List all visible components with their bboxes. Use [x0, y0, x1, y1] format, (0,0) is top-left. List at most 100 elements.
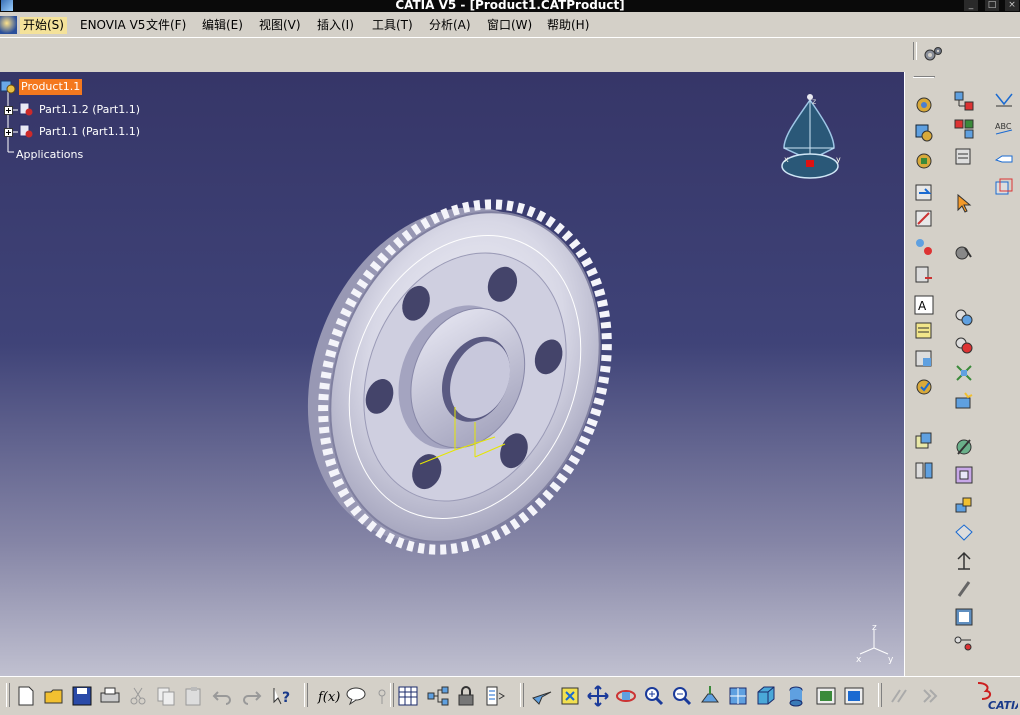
- comment-icon[interactable]: [993, 146, 1015, 168]
- constraint-icon[interactable]: [953, 334, 975, 356]
- menu-edit[interactable]: 编辑(E): [199, 17, 246, 34]
- print-icon[interactable]: [98, 684, 122, 708]
- properties-icon[interactable]: [484, 684, 508, 708]
- fit-all-icon[interactable]: [953, 550, 975, 572]
- comment-icon[interactable]: [344, 684, 368, 708]
- menu-insert[interactable]: 插入(I): [314, 17, 357, 34]
- compass-z-label: z: [812, 97, 816, 106]
- hide-icon[interactable]: [953, 494, 975, 516]
- workbench-gear-icon[interactable]: [923, 46, 943, 62]
- close-button[interactable]: ×: [1005, 0, 1019, 11]
- existing-component-icon[interactable]: [913, 182, 935, 204]
- publication-icon[interactable]: [913, 348, 935, 370]
- menu-start[interactable]: 开始(S): [20, 17, 67, 34]
- menu-view[interactable]: 视图(V): [256, 17, 304, 34]
- menu-help[interactable]: 帮助(H): [544, 17, 592, 34]
- new-icon[interactable]: [14, 684, 38, 708]
- lock-icon[interactable]: [454, 684, 478, 708]
- upper-toolbar: [0, 37, 1020, 72]
- open-icon[interactable]: [42, 684, 66, 708]
- rotate-icon[interactable]: [614, 684, 638, 708]
- sectioning-icon[interactable]: [953, 362, 975, 384]
- generate-numbering-icon[interactable]: A: [913, 294, 935, 316]
- replace-component-icon[interactable]: [913, 264, 935, 286]
- zoom-out-icon[interactable]: [670, 684, 694, 708]
- tree-label-applications: Applications: [16, 148, 84, 161]
- menu-tools[interactable]: 工具(T): [369, 17, 416, 34]
- view-mode-icon[interactable]: [993, 176, 1015, 198]
- formula-icon[interactable]: ABC: [993, 118, 1015, 140]
- paste-icon[interactable]: [953, 578, 975, 600]
- toolbar-grip: [520, 683, 524, 707]
- minimize-button[interactable]: _: [964, 0, 978, 11]
- svg-text:f(x): f(x): [317, 690, 340, 705]
- expand-icon[interactable]: [4, 106, 13, 115]
- compass-x-label: x: [784, 155, 789, 164]
- fix-icon[interactable]: [913, 150, 935, 172]
- formula-icon[interactable]: f(x): [316, 684, 340, 708]
- expand-icon[interactable]: [4, 128, 13, 137]
- bill-of-material-icon[interactable]: [913, 320, 935, 342]
- product-structure-icon[interactable]: [913, 94, 935, 116]
- swap-space-icon[interactable]: [814, 684, 838, 708]
- tree-label-product: Product1.1: [19, 79, 83, 95]
- paste-icon[interactable]: [182, 684, 206, 708]
- svg-text:ABC: ABC: [995, 122, 1012, 131]
- normal-view-icon[interactable]: [698, 684, 722, 708]
- product-icon: [0, 80, 16, 94]
- zoom-in-icon[interactable]: [642, 684, 666, 708]
- hide-show-icon[interactable]: [993, 90, 1015, 112]
- undo-icon[interactable]: [210, 684, 234, 708]
- toolbar-separator: [913, 42, 917, 60]
- redo-icon[interactable]: [918, 684, 942, 708]
- menu-enovia[interactable]: ENOVIA V5: [77, 17, 148, 34]
- isometric-view-icon[interactable]: [726, 684, 750, 708]
- copy-icon[interactable]: [154, 684, 178, 708]
- clash-icon[interactable]: [953, 306, 975, 328]
- menu-analysis[interactable]: 分析(A): [426, 17, 474, 34]
- fix-icon[interactable]: [888, 684, 912, 708]
- reorder-icon[interactable]: [953, 118, 975, 140]
- menu-file[interactable]: 文件(F): [143, 17, 189, 34]
- graph-tree-icon[interactable]: [953, 90, 975, 112]
- svg-text:A: A: [918, 299, 927, 313]
- measure-icon[interactable]: [953, 242, 975, 264]
- table-icon[interactable]: [396, 684, 420, 708]
- multi-instantiate-icon[interactable]: [953, 146, 975, 168]
- fit-all-icon[interactable]: [558, 684, 582, 708]
- pan-icon[interactable]: [586, 684, 610, 708]
- properties-icon[interactable]: [953, 606, 975, 628]
- update-icon[interactable]: [913, 376, 935, 398]
- hide-show-icon[interactable]: [784, 684, 808, 708]
- manipulation-icon[interactable]: [913, 208, 935, 230]
- tree-icon[interactable]: [426, 684, 450, 708]
- toolbar-grip: [878, 683, 882, 707]
- compass[interactable]: z x y: [774, 90, 844, 186]
- catalog-icon[interactable]: [953, 390, 975, 412]
- save-icon[interactable]: [70, 684, 94, 708]
- part-icon: [19, 124, 33, 138]
- document-icon[interactable]: [0, 16, 17, 34]
- redo-icon[interactable]: [240, 684, 264, 708]
- cut-icon[interactable]: [126, 684, 150, 708]
- menu-window[interactable]: 窗口(W): [484, 17, 535, 34]
- gear-body: [307, 199, 612, 555]
- explode-icon[interactable]: [913, 460, 935, 482]
- annotation-icon[interactable]: [953, 436, 975, 458]
- gear-model[interactable]: [280, 182, 630, 592]
- whats-this-icon[interactable]: ?: [270, 684, 294, 708]
- tree-icon[interactable]: [953, 632, 975, 654]
- view-mode-icon[interactable]: [754, 684, 778, 708]
- weld-icon[interactable]: [953, 464, 975, 486]
- maximize-button[interactable]: □: [985, 0, 999, 11]
- fly-icon[interactable]: [530, 684, 554, 708]
- snap-icon[interactable]: [913, 236, 935, 258]
- toolbar-grip: [390, 683, 394, 707]
- select-arrow-icon[interactable]: [953, 192, 975, 214]
- triad-x-label: x: [856, 655, 862, 664]
- scene-icon[interactable]: [913, 430, 935, 452]
- isometric-view-icon[interactable]: [953, 522, 975, 544]
- insert-component-icon[interactable]: [913, 122, 935, 144]
- 3d-viewport[interactable]: Product1.1 Part1.1.2 (Part1.1) Part1.1 (…: [0, 72, 904, 676]
- sketch-icon[interactable]: [842, 684, 866, 708]
